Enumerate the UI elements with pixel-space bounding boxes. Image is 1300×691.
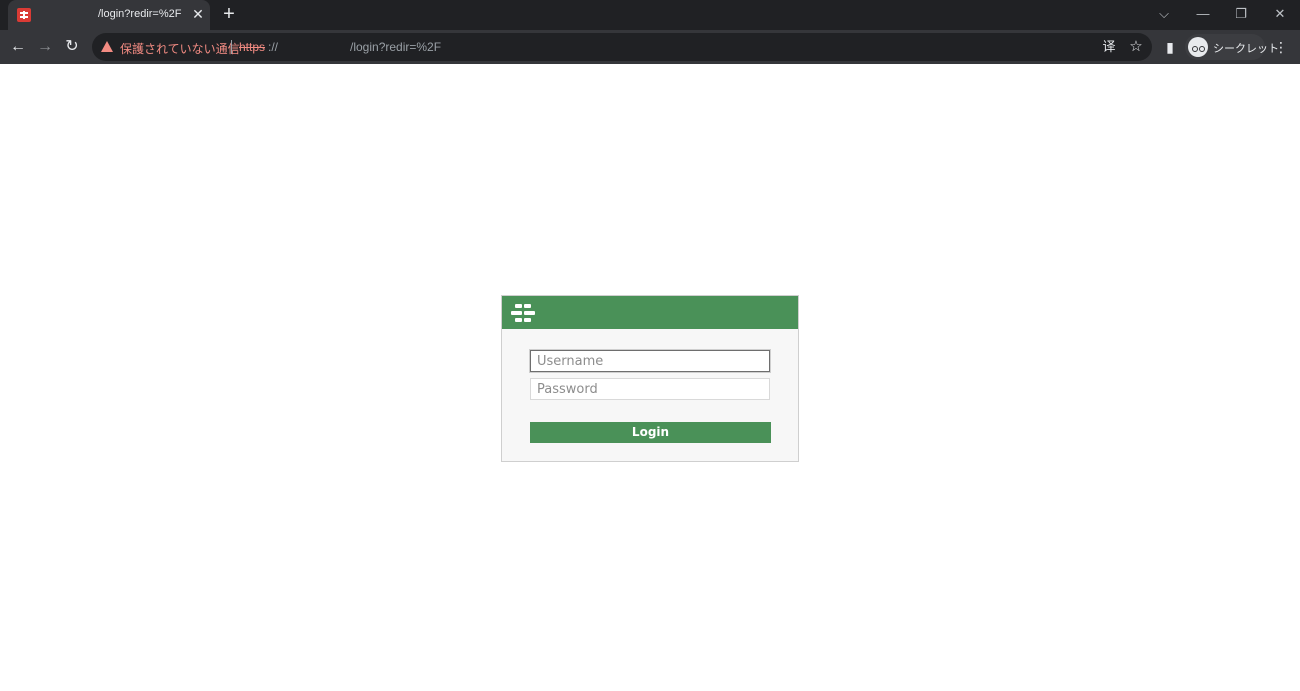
window-close-icon[interactable]: ✕	[1268, 4, 1292, 24]
reload-icon[interactable]: ↻	[60, 35, 84, 59]
login-button[interactable]: Login	[530, 422, 771, 443]
login-header	[502, 296, 798, 329]
tab-strip: /login?redir=%2F ✕ + ⌵ — ❐ ✕	[0, 0, 1300, 30]
url-separator: ://	[268, 40, 279, 54]
password-input[interactable]	[530, 378, 770, 400]
bookmark-star-icon[interactable]: ☆	[1127, 38, 1145, 56]
url-path: /login?redir=%2F	[350, 40, 442, 54]
browser-toolbar: ← → ↻ 保護されていない通信 https :// /login?redir=…	[0, 30, 1300, 64]
translate-icon[interactable]: 译	[1100, 38, 1118, 56]
page-content: Login	[0, 64, 1300, 691]
fortinet-logo-icon	[511, 304, 535, 322]
url-scheme: https	[239, 40, 266, 54]
address-bar[interactable]: 保護されていない通信 https :// /login?redir=%2F 译 …	[92, 33, 1152, 61]
forward-icon[interactable]: →	[33, 35, 57, 59]
tab-search-icon[interactable]: ⌵	[1152, 4, 1176, 24]
menu-icon[interactable]: ⋮	[1270, 36, 1292, 58]
side-panel-icon[interactable]: ▮	[1159, 36, 1181, 58]
restore-icon[interactable]: ❐	[1229, 4, 1253, 24]
warning-icon[interactable]	[101, 41, 113, 52]
browser-window: /login?redir=%2F ✕ + ⌵ — ❐ ✕ ← → ↻ 保護されて…	[0, 0, 1300, 691]
username-input[interactable]	[530, 350, 770, 372]
tab-title: /login?redir=%2F	[98, 8, 182, 20]
incognito-profile-button[interactable]: シークレット	[1185, 34, 1279, 60]
omnibox-divider	[231, 40, 232, 54]
security-warning[interactable]: 保護されていない通信	[120, 40, 240, 57]
fortinet-favicon-icon	[17, 8, 31, 22]
login-panel: Login	[501, 295, 799, 462]
tab-close-icon[interactable]: ✕	[190, 5, 206, 23]
minimize-icon[interactable]: —	[1191, 4, 1215, 24]
back-icon[interactable]: ←	[6, 35, 30, 59]
new-tab-button[interactable]: +	[219, 4, 239, 24]
incognito-icon	[1188, 37, 1208, 57]
browser-tab[interactable]: /login?redir=%2F ✕	[8, 0, 210, 30]
